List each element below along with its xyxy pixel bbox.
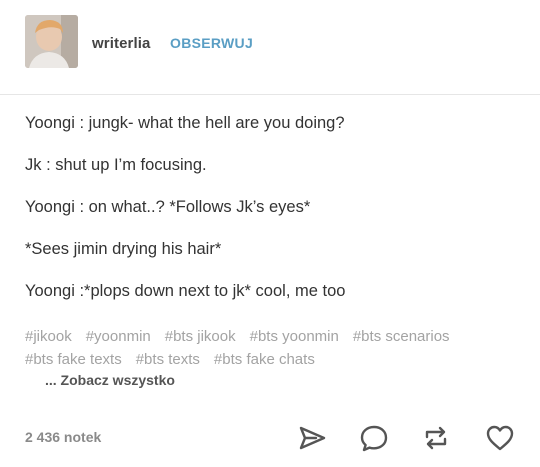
tag-link[interactable]: #bts jikook — [165, 325, 236, 348]
post-line: Jk : shut up I’m focusing. — [25, 156, 207, 174]
tag-link[interactable]: #yoonmin — [86, 325, 151, 348]
tag-link[interactable]: #bts texts — [136, 348, 200, 371]
avatar-image — [25, 15, 78, 68]
follow-button[interactable]: OBSERWUJ — [170, 35, 253, 51]
see-all-tags-link[interactable]: ... Zobacz wszystko — [45, 372, 175, 388]
tag-link[interactable]: #bts fake chats — [214, 348, 315, 371]
post-line: Yoongi : jungk- what the hell are you do… — [25, 114, 345, 132]
reblog-icon — [425, 426, 447, 450]
avatar[interactable] — [25, 15, 78, 68]
post-line: Yoongi :*plops down next to jk* cool, me… — [25, 282, 346, 300]
post-card: writerlia OBSERWUJ Yoongi : jungk- what … — [0, 0, 540, 467]
reply-button[interactable] — [358, 422, 390, 454]
tag-list: #jikook #yoonmin #bts jikook #bts yoonmin #b… — [25, 325, 525, 371]
reblog-button[interactable] — [420, 422, 452, 454]
share-button[interactable] — [296, 422, 328, 454]
post-footer: 2 436 notek — [0, 415, 540, 460]
share-icon — [299, 426, 326, 450]
header-divider — [0, 94, 540, 95]
like-button[interactable] — [484, 422, 516, 454]
reply-icon — [360, 425, 388, 452]
post-line: *Sees jimin drying his hair* — [25, 240, 222, 258]
post-line: Yoongi : on what..? *Follows Jk’s eyes* — [25, 198, 311, 216]
like-icon — [486, 425, 514, 451]
post-header: writerlia OBSERWUJ — [0, 0, 540, 95]
notes-count[interactable]: 2 436 notek — [25, 429, 101, 445]
tag-link[interactable]: #bts scenarios — [353, 325, 450, 348]
post-body: Yoongi : jungk- what the hell are you do… — [25, 112, 525, 322]
tag-link[interactable]: #bts yoonmin — [250, 325, 339, 348]
tag-link[interactable]: #bts fake texts — [25, 348, 122, 371]
tag-link[interactable]: #jikook — [25, 325, 72, 348]
username-link[interactable]: writerlia — [92, 35, 150, 52]
